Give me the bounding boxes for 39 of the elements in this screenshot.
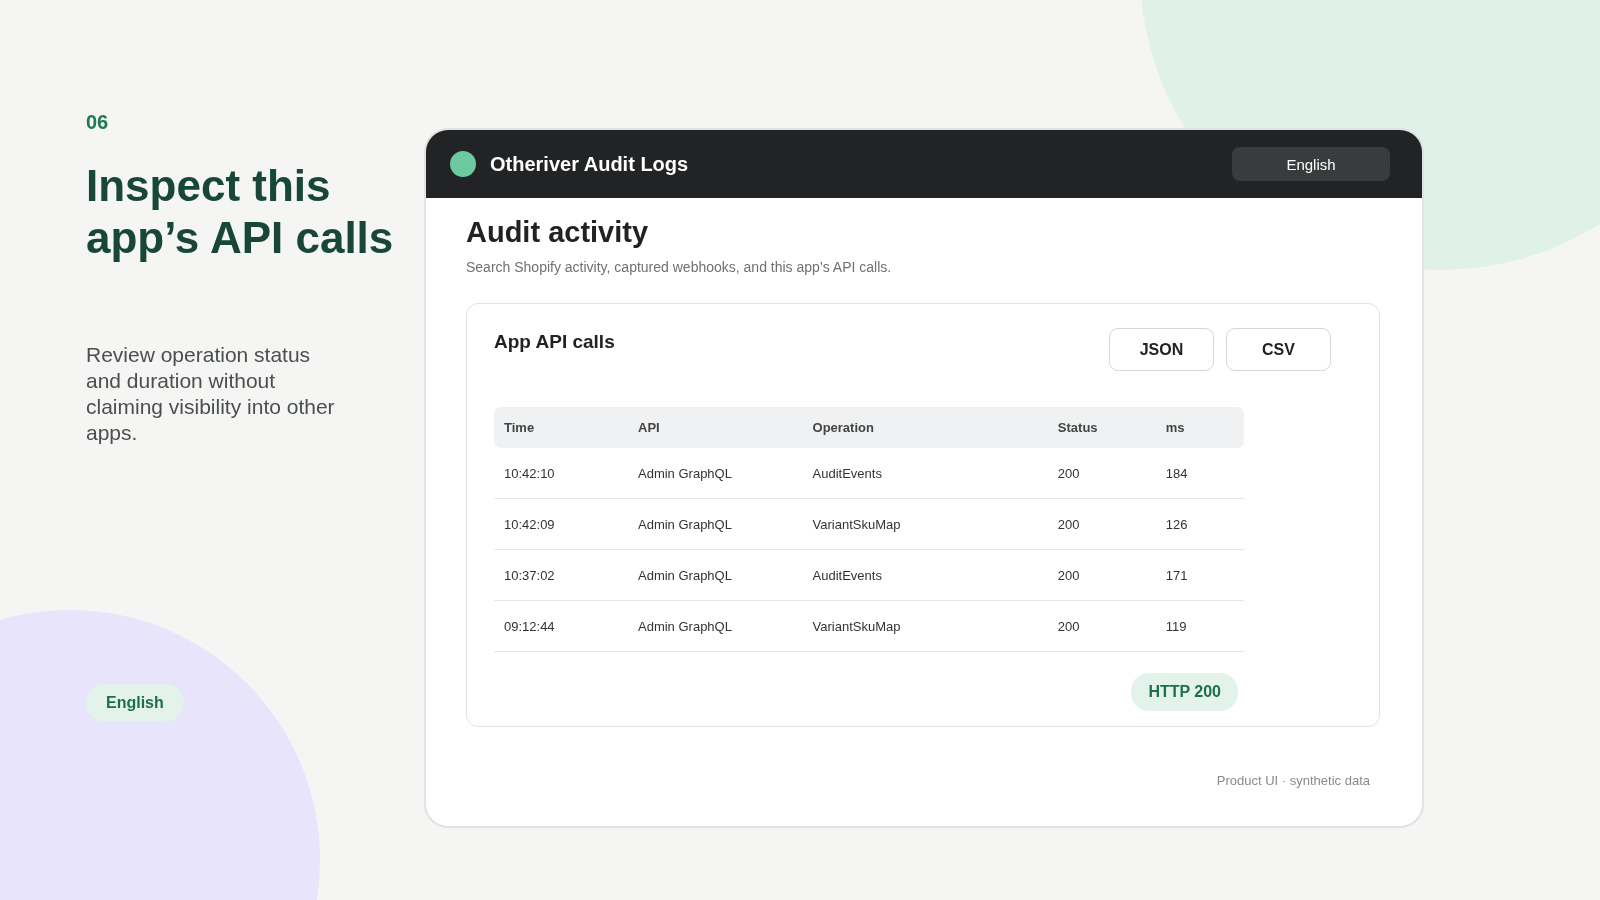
footer-note: Product UI · synthetic data (1216, 773, 1370, 788)
table-cell: VariantSkuMap (802, 498, 1048, 550)
table-cell: AuditEvents (802, 549, 1048, 601)
column-header: API (628, 407, 803, 448)
table-cell: VariantSkuMap (802, 600, 1048, 652)
page-subtitle: Search Shopify activity, captured webhooks, and this app’s API calls. (466, 259, 893, 275)
language-badge: English (86, 684, 184, 722)
app-title: Otheriver Audit Logs (490, 152, 690, 176)
slide-number: 06 (86, 111, 109, 134)
table-cell: Admin GraphQL (628, 549, 803, 601)
table-cell: AuditEvents (802, 448, 1048, 499)
column-header: Time (494, 407, 628, 448)
table-cell: Admin GraphQL (628, 498, 803, 550)
column-header: Status (1047, 407, 1156, 448)
table-cell: 119 (1155, 600, 1244, 652)
panel-title: App API calls (494, 331, 616, 353)
page-title: Audit activity (466, 216, 650, 249)
language-button[interactable]: English (1232, 147, 1390, 181)
column-header: Operation (802, 407, 1048, 448)
table-cell: 126 (1155, 498, 1244, 550)
table-cell: 200 (1047, 549, 1156, 601)
table-cell: 184 (1155, 448, 1244, 499)
table-cell: 10:42:10 (494, 448, 628, 499)
table-cell: 200 (1047, 448, 1156, 499)
column-header: ms (1155, 407, 1244, 448)
table-cell: 10:42:09 (494, 498, 628, 550)
table-cell: Admin GraphQL (628, 600, 803, 652)
status-badge: HTTP 200 (1131, 673, 1238, 711)
table-cell: 171 (1155, 549, 1244, 601)
table-cell: 200 (1047, 600, 1156, 652)
table-cell: Admin GraphQL (628, 448, 803, 499)
logo-dot-icon (450, 151, 476, 177)
table-cell: 10:37:02 (494, 549, 628, 601)
slide-heading: Inspect this app’s API calls (86, 160, 395, 264)
table-cell: 09:12:44 (494, 600, 628, 652)
export-button[interactable]: JSON (1109, 328, 1214, 371)
slide-description: Review operation status and duration without claiming visibility into other apps. (86, 342, 336, 446)
export-button[interactable]: CSV (1226, 328, 1331, 371)
table-cell: 200 (1047, 498, 1156, 550)
